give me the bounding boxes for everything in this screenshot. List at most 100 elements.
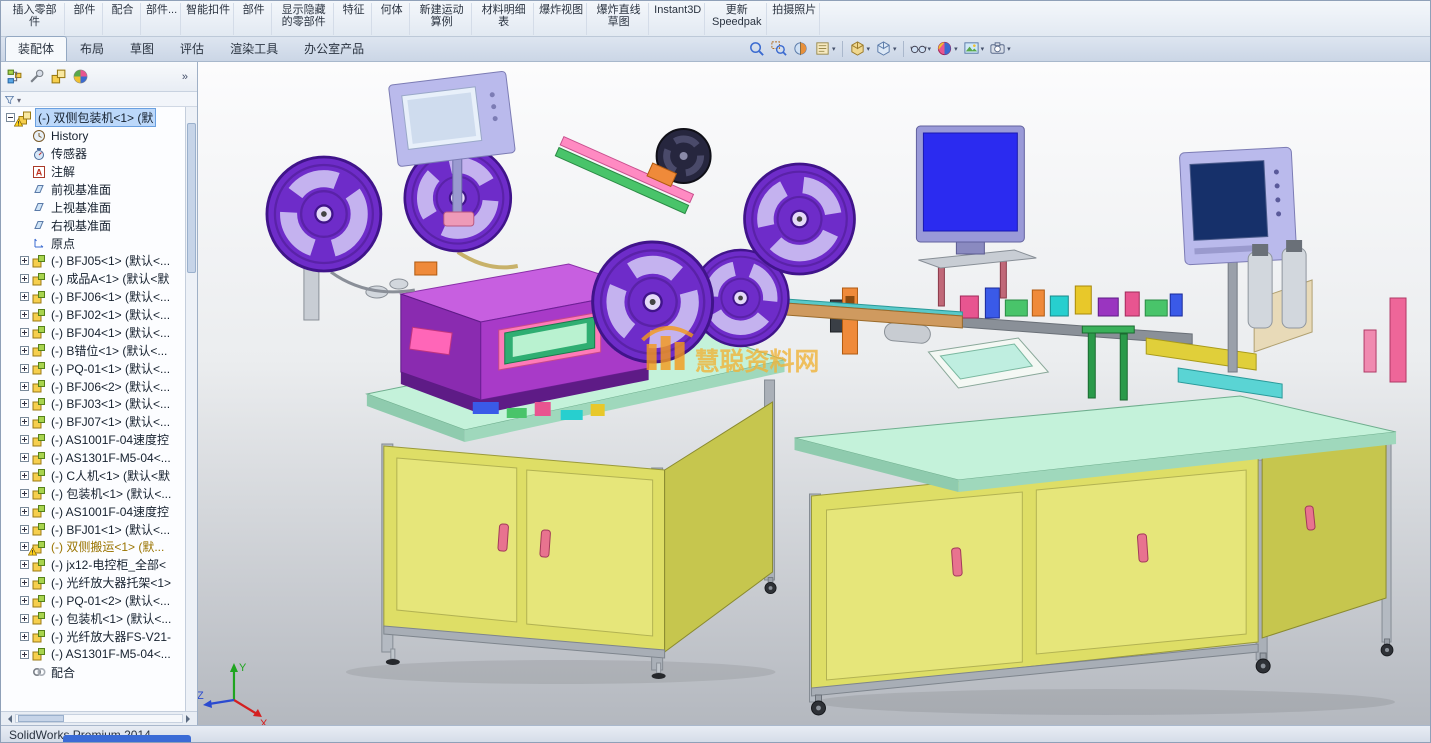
expander-icon[interactable] (20, 274, 31, 284)
zoom-to-fit-icon[interactable] (746, 39, 767, 58)
ribbon-item-1[interactable]: 插入零部件 (5, 3, 65, 35)
ribbon-item-14[interactable]: Instant3D (651, 3, 706, 35)
ribbon-item-15[interactable]: 更新Speedpak (707, 3, 768, 35)
tab-6[interactable]: 办公室产品 (291, 36, 377, 61)
tree-item[interactable]: (-) C人机<1> (默认<默 (3, 467, 185, 485)
tree-item[interactable]: (-) AS1301F-M5-04<... (3, 449, 185, 467)
taskbar-fragment[interactable] (63, 735, 191, 742)
zoom-to-area-icon[interactable] (768, 39, 789, 58)
tree-item[interactable]: (-) 双侧包装机<1> (默 (3, 108, 185, 128)
scroll-right-icon[interactable] (186, 714, 194, 723)
expander-icon[interactable] (20, 506, 31, 516)
chevron-down-icon[interactable] (832, 45, 836, 53)
expander-icon[interactable] (20, 613, 31, 623)
expander-icon[interactable] (20, 596, 31, 606)
tree-filter-row[interactable] (1, 92, 197, 107)
configurationmanager-icon[interactable] (50, 68, 67, 85)
tree-item[interactable]: 配合 (3, 663, 185, 681)
featuremanager-tree-icon[interactable] (6, 68, 23, 85)
tree-item[interactable]: (-) PQ-01<1> (默认<... (3, 359, 185, 377)
tree-item[interactable]: 原点 (3, 234, 185, 252)
view-orientation-icon[interactable] (847, 39, 873, 58)
tree-item[interactable]: (-) 成品A<1> (默认<默 (3, 270, 185, 288)
tree-item[interactable]: (-) BFJ07<1> (默认<... (3, 413, 185, 431)
expander-icon[interactable] (20, 435, 31, 445)
tree-item[interactable]: (-) AS1001F-04速度控 (3, 431, 185, 449)
tree-item[interactable]: (-) 包装机<1> (默认<... (3, 610, 185, 628)
tree-item[interactable]: (-) AS1301F-M5-04<... (3, 645, 185, 663)
tree-item[interactable]: (-) BFJ04<1> (默认<... (3, 324, 185, 342)
tree-item[interactable]: (-) BFJ06<1> (默认<... (3, 288, 185, 306)
ribbon-item-16[interactable]: 拍摄照片 (769, 3, 821, 35)
expander-icon[interactable] (20, 470, 31, 480)
chevron-down-icon[interactable] (867, 45, 871, 53)
tree-item[interactable]: 右视基准面 (3, 216, 185, 234)
ribbon-item-9[interactable]: 何体 (374, 3, 411, 35)
ribbon-item-12[interactable]: 爆炸视图 (536, 3, 588, 35)
tree-item[interactable]: 上视基准面 (3, 198, 185, 216)
propertymanager-icon[interactable] (28, 68, 45, 85)
panel-overflow-chevron[interactable]: » (178, 71, 192, 83)
ribbon-item-2[interactable]: 部件 (67, 3, 103, 35)
chevron-down-icon[interactable] (893, 45, 897, 53)
tab-1[interactable]: 装配体 (5, 36, 68, 61)
scrollbar-thumb[interactable] (187, 123, 196, 273)
tab-2[interactable]: 布局 (67, 36, 117, 61)
tree-item[interactable]: (-) 光纤放大器托架<1> (3, 574, 185, 592)
tree-item[interactable]: (-) AS1001F-04速度控 (3, 502, 185, 520)
expander-icon[interactable] (20, 524, 31, 534)
ribbon-item-3[interactable]: 配合 (105, 3, 141, 35)
tab-4[interactable]: 评估 (167, 36, 217, 61)
tree-item[interactable]: History (3, 127, 185, 145)
annotation-views-icon[interactable] (812, 39, 838, 58)
displaymanager-icon[interactable] (72, 68, 89, 85)
ribbon-item-10[interactable]: 新建运动算例 (412, 3, 473, 35)
tree-item[interactable]: 前视基准面 (3, 181, 185, 199)
expander-icon[interactable] (20, 578, 31, 588)
display-style-icon[interactable] (873, 39, 899, 58)
hide-show-items-icon[interactable] (908, 39, 934, 58)
graphics-area[interactable]: 慧聪资料网 Y X Z (198, 62, 1430, 725)
expander-icon[interactable] (20, 631, 31, 641)
edit-appearance-icon[interactable] (934, 39, 960, 58)
tree-item[interactable]: (-) BFJ06<2> (默认<... (3, 377, 185, 395)
expander-icon[interactable] (20, 256, 31, 266)
expander-icon[interactable] (20, 399, 31, 409)
chevron-down-icon[interactable] (981, 45, 985, 53)
expander-icon[interactable] (20, 453, 31, 463)
apply-scene-icon[interactable] (961, 39, 987, 58)
expander-icon[interactable] (20, 363, 31, 373)
tree-item[interactable]: (-) jx12-电控柜_全部< (3, 556, 185, 574)
expander-icon[interactable] (20, 560, 31, 570)
expander-icon[interactable] (20, 417, 31, 427)
section-view-icon[interactable] (790, 39, 811, 58)
ribbon-item-11[interactable]: 材料明细表 (474, 3, 535, 35)
tree-item[interactable]: (-) 包装机<1> (默认<... (3, 484, 185, 502)
ribbon-item-8[interactable]: 特征 (336, 3, 373, 35)
expander-icon[interactable] (20, 327, 31, 337)
ribbon-item-5[interactable]: 智能扣件 (183, 3, 235, 35)
tree-item[interactable]: (-) BFJ05<1> (默认<... (3, 252, 185, 270)
view-settings-icon[interactable] (987, 39, 1013, 58)
tree-item[interactable]: (-) BFJ03<1> (默认<... (3, 395, 185, 413)
expander-icon[interactable] (20, 345, 31, 355)
tree-item[interactable]: (-) 双侧搬运<1> (默... (3, 538, 185, 556)
tree-vertical-scrollbar[interactable] (185, 107, 197, 711)
scrollbar-track[interactable] (15, 714, 183, 723)
tree-item[interactable]: (-) 光纤放大器FS-V21- (3, 627, 185, 645)
expander-icon[interactable] (20, 310, 31, 320)
tree-item[interactable]: (-) B错位<1> (默认<... (3, 341, 185, 359)
tree-item[interactable]: A 注解 (3, 163, 185, 181)
ribbon-item-13[interactable]: 爆炸直线草图 (589, 3, 650, 35)
tree-item[interactable]: (-) BFJ01<1> (默认<... (3, 520, 185, 538)
ribbon-item-7[interactable]: 显示隐藏的零部件 (274, 3, 335, 35)
tab-3[interactable]: 草图 (117, 36, 167, 61)
expander-icon[interactable] (20, 292, 31, 302)
scrollbar-thumb[interactable] (18, 715, 64, 722)
tree-horizontal-scrollbar[interactable] (1, 711, 197, 725)
ribbon-item-6[interactable]: 部件 (236, 3, 273, 35)
expander-icon[interactable] (20, 381, 31, 391)
tree-item[interactable]: (-) PQ-01<2> (默认<... (3, 592, 185, 610)
chevron-down-icon[interactable] (1007, 45, 1011, 53)
scroll-left-icon[interactable] (4, 714, 12, 723)
